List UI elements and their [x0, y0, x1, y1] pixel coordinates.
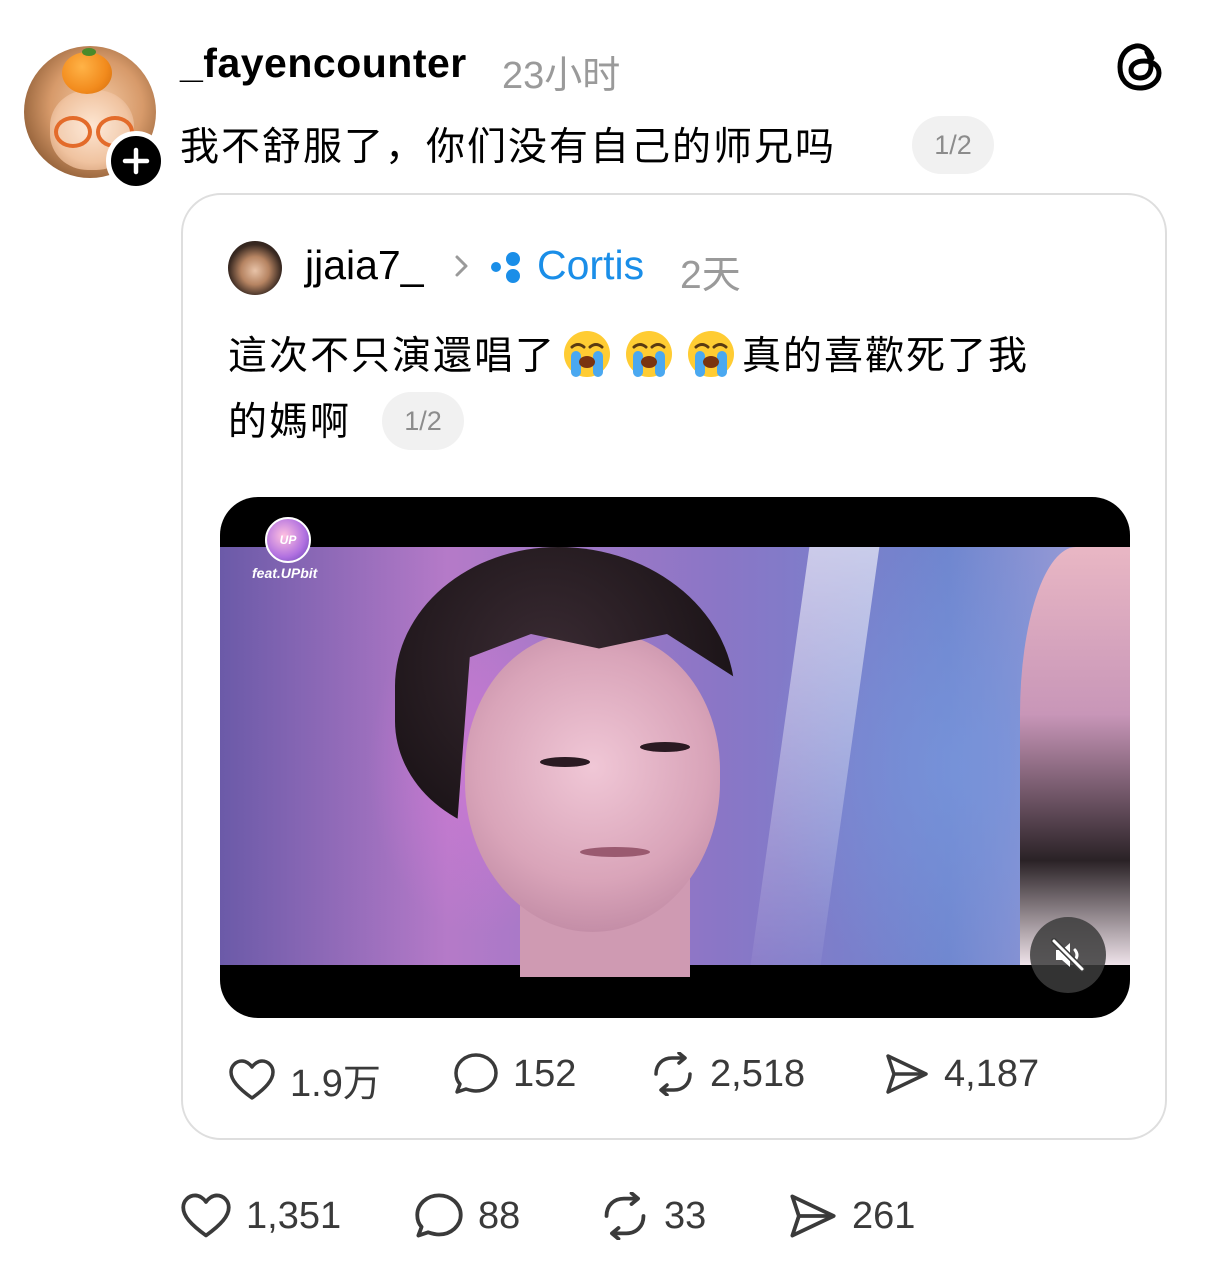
quoted-author-avatar[interactable]	[228, 241, 282, 295]
quoted-share-count: 4,187	[944, 1052, 1040, 1095]
quoted-post-text: 這次不只演還唱了 真的喜歡死了我 的媽啊	[228, 324, 1108, 456]
share-button[interactable]: 261	[788, 1192, 915, 1240]
heart-icon	[181, 1193, 231, 1238]
quoted-page-indicator[interactable]: 1/2	[382, 392, 464, 450]
community-dots-icon	[491, 252, 520, 283]
send-icon	[790, 1194, 836, 1238]
repost-button[interactable]: 33	[600, 1192, 706, 1240]
loudly-crying-face-emoji	[688, 331, 735, 377]
quoted-text-line-1: 這次不只演還唱了 真的喜歡死了我	[228, 324, 1108, 390]
video-frame	[220, 547, 1130, 977]
reply-count: 88	[478, 1194, 521, 1237]
quoted-text-end: 真的喜歡死了我	[742, 334, 1030, 379]
threads-post-view: _fayencounter 23小时 我不舒服了，你们没有自己的师兄吗 1/2 …	[0, 0, 1206, 1274]
avatar-orange	[62, 52, 112, 94]
person-face	[465, 632, 720, 932]
quoted-repost-button[interactable]: 2,518	[650, 1052, 805, 1096]
loudly-crying-face-emoji	[564, 331, 611, 377]
quoted-post-time: 2天	[680, 254, 741, 297]
repost-icon	[654, 1052, 692, 1096]
follow-button[interactable]	[106, 131, 166, 191]
heart-icon	[229, 1058, 275, 1100]
author-username[interactable]: _fayencounter	[180, 40, 467, 87]
quoted-reply-button[interactable]: 152	[453, 1052, 576, 1096]
video-watermark: feat.UPbit	[252, 565, 318, 581]
side-person	[1020, 547, 1130, 965]
post-time: 23小时	[502, 55, 621, 97]
mute-toggle-button[interactable]	[1030, 917, 1106, 993]
comment-bubble-icon	[415, 1193, 463, 1238]
quoted-like-button[interactable]: 1.9万	[228, 1052, 381, 1107]
quoted-text-start: 這次不只演還唱了	[228, 334, 557, 379]
post-text: 我不舒服了，你们没有自己的师兄吗	[180, 125, 837, 170]
video-player[interactable]: UP feat.UPbit	[220, 497, 1130, 1018]
avatar-glasses-left	[54, 116, 92, 148]
plus-icon	[122, 147, 150, 175]
comment-bubble-icon	[454, 1053, 498, 1094]
speaker-muted-icon	[1051, 938, 1085, 972]
person-mouth	[580, 847, 650, 857]
stage-light	[750, 547, 880, 965]
send-icon	[886, 1054, 928, 1094]
quoted-reply-count: 152	[513, 1052, 577, 1095]
show-logo-badge: UP	[265, 517, 311, 563]
reply-button[interactable]: 88	[414, 1192, 520, 1240]
quoted-repost-count: 2,518	[710, 1052, 806, 1095]
avatar-leaf	[82, 48, 96, 56]
person-eye-left	[540, 757, 590, 767]
repost-count: 33	[664, 1194, 707, 1237]
person-eye-right	[640, 742, 690, 752]
quoted-like-count: 1.9万	[290, 1063, 381, 1105]
chevron-right-icon	[455, 255, 468, 277]
quoted-text-line-2: 的媽啊	[228, 400, 352, 445]
quoted-share-button[interactable]: 4,187	[884, 1052, 1039, 1096]
post-page-indicator[interactable]: 1/2	[912, 116, 994, 174]
threads-logo-icon[interactable]	[1114, 40, 1168, 94]
quoted-author-username[interactable]: jjaia7_	[305, 242, 424, 289]
repost-icon	[604, 1192, 646, 1240]
like-button[interactable]: 1,351	[180, 1192, 341, 1240]
share-count: 261	[852, 1194, 916, 1237]
community-link[interactable]: Cortis	[537, 242, 644, 289]
like-count: 1,351	[246, 1194, 342, 1237]
loudly-crying-face-emoji	[626, 331, 673, 377]
